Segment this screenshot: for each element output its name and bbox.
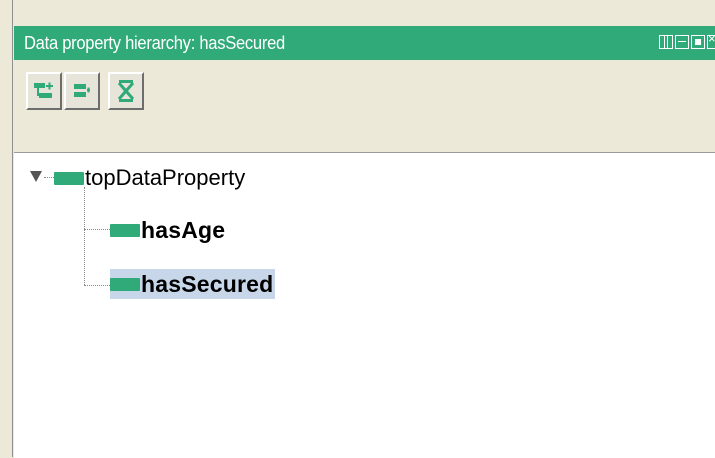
close-icon[interactable] <box>707 31 715 49</box>
data-property-icon <box>110 277 140 291</box>
add-subproperty-button[interactable] <box>26 72 62 110</box>
collapse-icon[interactable] <box>30 171 42 182</box>
minimize-icon[interactable] <box>675 35 689 49</box>
tree-node-label: topDataProperty <box>85 165 246 190</box>
add-sibling-property-icon <box>74 84 90 97</box>
hierarchy-toolbar <box>14 60 715 156</box>
tree-node-root[interactable]: topDataProperty <box>54 163 245 193</box>
add-sibling-property-button[interactable] <box>64 72 100 110</box>
data-property-icon <box>110 223 140 237</box>
tree-node-hassecured[interactable]: hasSecured <box>110 269 276 299</box>
tree-node-label: hasSecured <box>141 270 274 297</box>
tree-connector <box>44 177 54 178</box>
maximize-icon[interactable] <box>691 35 705 49</box>
window-controls <box>659 31 715 51</box>
delete-property-icon <box>117 80 135 102</box>
tree-node-hasage[interactable]: hasAge <box>110 215 225 245</box>
delete-property-button[interactable] <box>108 72 144 110</box>
property-tree: topDataProperty hasAge hasSecured <box>14 152 715 458</box>
panel-titlebar: Data property hierarchy: hasSecured <box>14 26 715 60</box>
tree-connector <box>84 229 110 230</box>
data-property-icon <box>54 171 84 185</box>
add-subproperty-icon <box>34 82 53 98</box>
tree-node-label: hasAge <box>141 216 226 243</box>
split-view-icon[interactable] <box>659 35 673 49</box>
tree-connector <box>84 285 110 286</box>
panel-title: Data property hierarchy: hasSecured <box>24 33 285 53</box>
tree-connector <box>84 187 85 285</box>
